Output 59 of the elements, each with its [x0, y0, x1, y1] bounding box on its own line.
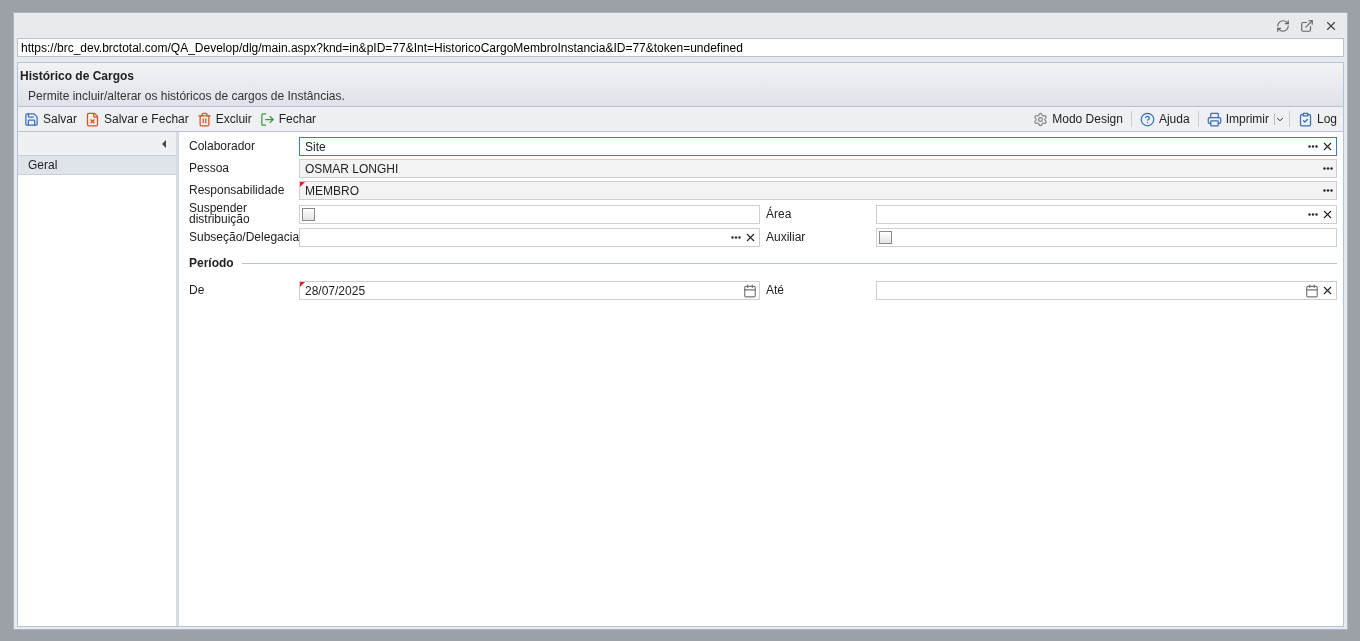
toolbar-button[interactable]: Salvar [20, 109, 81, 129]
more-icon[interactable] [1323, 167, 1333, 170]
checkbox[interactable] [302, 207, 315, 221]
clear-icon[interactable] [1321, 284, 1334, 297]
field-value: 28/07/2025 [305, 282, 366, 300]
field-label: Área [766, 208, 793, 220]
exit-icon [259, 111, 275, 127]
section-title: Período [189, 255, 234, 272]
more-icon[interactable] [1323, 189, 1333, 192]
clear-icon[interactable] [1321, 140, 1334, 153]
gear-icon [1033, 111, 1049, 127]
refresh-icon[interactable] [1276, 18, 1290, 33]
field-label: Subseção/Delegacia [189, 232, 299, 243]
field-label: De [189, 285, 206, 296]
field-label: Auxiliar [766, 232, 807, 243]
required-marker-icon [300, 282, 305, 287]
calendar-icon[interactable] [743, 283, 757, 298]
lookup-field[interactable]: Site [299, 137, 1337, 156]
calendar-icon[interactable] [1305, 283, 1319, 298]
dropdown-caret-icon[interactable] [1273, 113, 1285, 125]
help-icon [1139, 111, 1155, 127]
field-value: MEMBRO [305, 182, 359, 200]
lookup-field[interactable] [876, 204, 1337, 224]
sidebar-item[interactable]: Geral [18, 156, 176, 175]
more-icon[interactable] [1308, 212, 1318, 216]
printer-icon [1206, 111, 1222, 127]
external-link-icon[interactable] [1300, 18, 1314, 33]
date-field[interactable] [876, 281, 1337, 300]
more-icon[interactable] [1308, 145, 1318, 148]
toolbar-button[interactable]: Fechar [255, 109, 321, 129]
more-icon[interactable] [731, 236, 741, 239]
trash-icon [196, 111, 212, 127]
header-description: Permite incluir/alterar os históricos de cargos de Instâncias. [27, 88, 346, 104]
field-value: Site [305, 138, 326, 156]
toolbar-button[interactable]: Excluir [192, 109, 256, 129]
header-title: Histórico de Cargos [20, 68, 136, 85]
toolbar-button[interactable]: Imprimir [1202, 109, 1273, 129]
field-label: Responsabilidade [189, 185, 286, 196]
field-label: Suspender distribuição [189, 203, 251, 225]
document-icon [85, 111, 100, 127]
checkbox[interactable] [879, 231, 892, 244]
clear-icon[interactable] [744, 231, 757, 244]
field-label: Até [766, 285, 785, 296]
toolbar-button[interactable]: Salvar e Fechar [81, 109, 193, 129]
toolbar-button[interactable]: Log [1293, 109, 1341, 129]
lookup-field[interactable]: MEMBRO [299, 181, 1337, 200]
address-field[interactable]: https://brc_dev.brctotal.com/QA_Develop/dlg/main.aspx?knd=in&pID=77&Int=HistoricoCargoMembroInstancia&ID=77&token=undefined [17, 38, 1344, 57]
save-icon [24, 111, 39, 127]
toolbar-button[interactable]: Modo Design [1029, 109, 1127, 129]
lookup-field[interactable]: OSMAR LONGHI [299, 159, 1337, 178]
field-label: Colaborador [189, 141, 257, 152]
clipboard-icon [1297, 111, 1313, 127]
date-field[interactable]: 28/07/2025 [299, 281, 760, 300]
field-value: OSMAR LONGHI [305, 160, 399, 178]
collapse-icon[interactable] [162, 139, 166, 148]
toolbar-button[interactable]: Ajuda [1135, 109, 1194, 129]
required-marker-icon [300, 182, 305, 187]
lookup-field[interactable] [299, 228, 760, 247]
field-label: Pessoa [189, 163, 231, 174]
